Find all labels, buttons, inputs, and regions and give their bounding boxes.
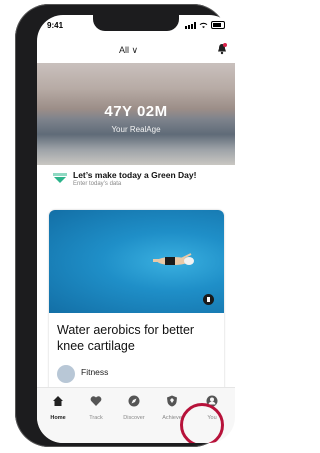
category-avatar [57,365,75,383]
top-bar: All ∨ [37,43,235,59]
tab-home[interactable]: Home [43,394,73,421]
realage-value: 47Y 02M [104,103,168,120]
heart-icon [90,396,102,406]
home-icon [53,396,63,406]
tab-track-label: Track [89,415,103,421]
realage-caption: Your RealAge [111,125,161,134]
green-day-title: Let’s make today a Green Day! [73,170,197,180]
tab-discover[interactable]: Discover [119,394,149,421]
phone-frame: 9:41 All ∨ 47Y 02M Your RealAge Let’s ma… [15,4,235,447]
battery-icon [211,21,225,29]
article-card[interactable]: Water aerobics for better knee cartilage… [49,210,224,395]
tab-home-label: Home [50,415,66,421]
green-day-icon [53,173,67,183]
status-time: 9:41 [47,21,64,30]
tab-track[interactable]: Track [81,394,111,421]
swimmer-illustration [153,253,194,265]
bookmark-icon[interactable] [203,294,214,305]
shield-icon [167,395,177,407]
achieve-highlight-ring [180,403,224,443]
signal-icon [185,21,196,29]
compass-icon [128,395,140,407]
app-screen: 9:41 All ∨ 47Y 02M Your RealAge Let’s ma… [37,15,235,443]
filter-dropdown[interactable]: All ∨ [119,45,138,56]
notification-bell-icon[interactable] [217,43,227,55]
category-label: Fitness [81,367,109,377]
realage-hero[interactable]: 47Y 02M Your RealAge [37,63,235,165]
tab-discover-label: Discover [123,415,145,421]
green-day-subtitle: Enter today’s data [73,181,122,187]
article-title: Water aerobics for better knee cartilage [57,323,195,353]
notch [93,15,179,31]
article-image [49,210,224,313]
wifi-icon [199,22,208,28]
status-icons [185,21,225,29]
article-category: Fitness [57,365,217,385]
